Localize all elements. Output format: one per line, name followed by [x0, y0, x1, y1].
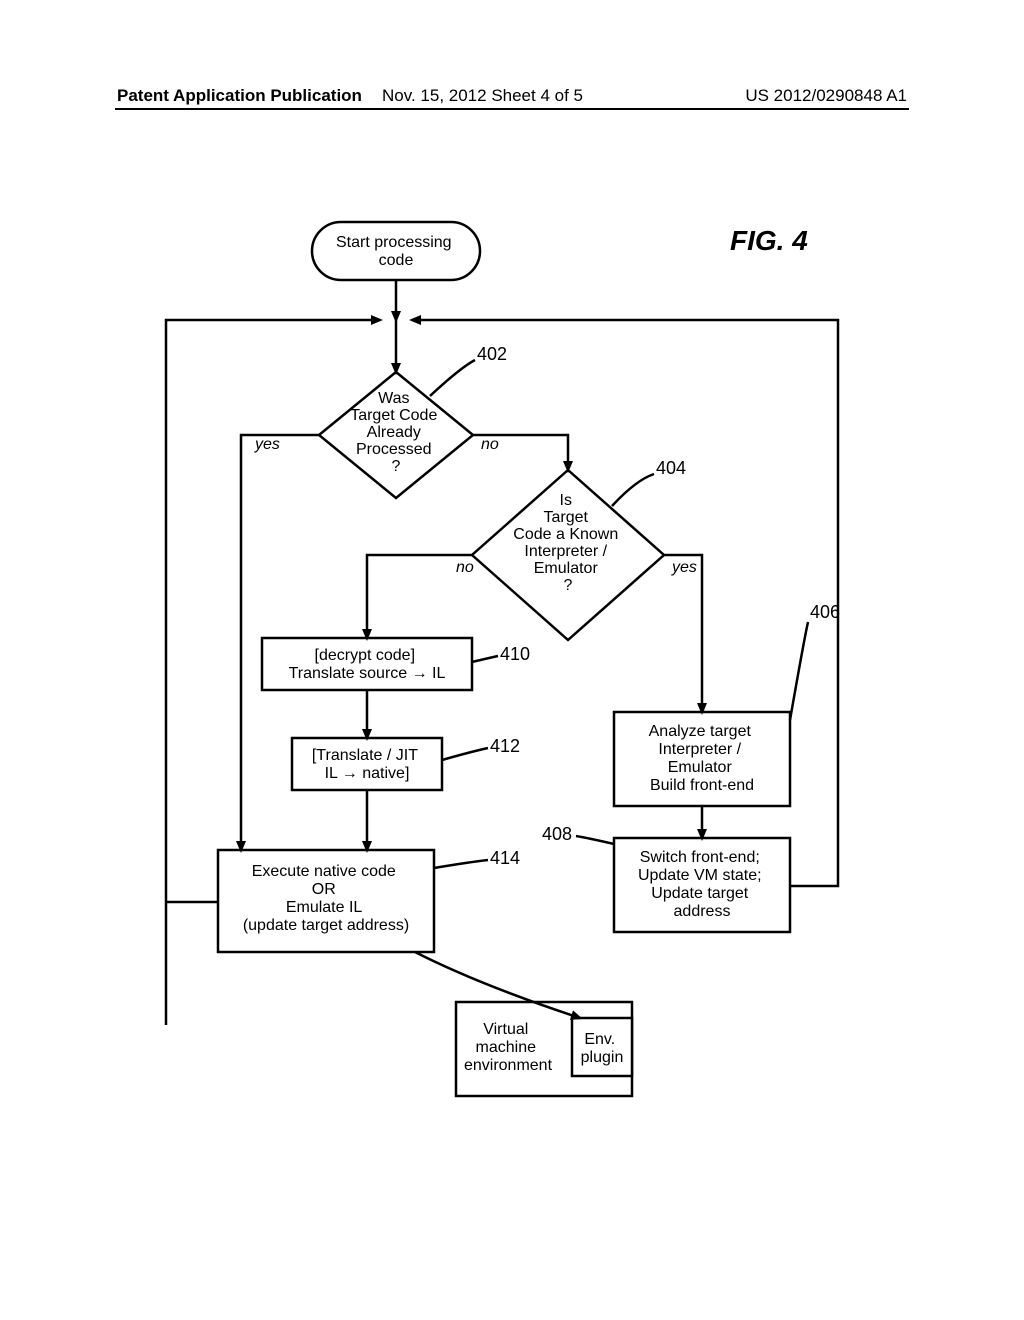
ref-402: 402	[477, 344, 507, 364]
edge-yes: yes	[671, 559, 697, 576]
node-b410	[262, 638, 472, 690]
edge-no: no	[481, 436, 499, 453]
edge-no: no	[456, 559, 474, 576]
ref-406: 406	[810, 602, 840, 622]
ref-408: 408	[542, 824, 572, 844]
edge-yes: yes	[254, 436, 280, 453]
ref-410: 410	[500, 644, 530, 664]
ref-404: 404	[656, 458, 686, 478]
node-b412	[292, 738, 442, 790]
ref-414: 414	[490, 848, 520, 868]
node-start	[312, 222, 480, 280]
label: Env. plugin	[581, 1031, 624, 1066]
label: [Translate / JIT IL → native]	[312, 747, 422, 782]
ref-412: 412	[490, 736, 520, 756]
